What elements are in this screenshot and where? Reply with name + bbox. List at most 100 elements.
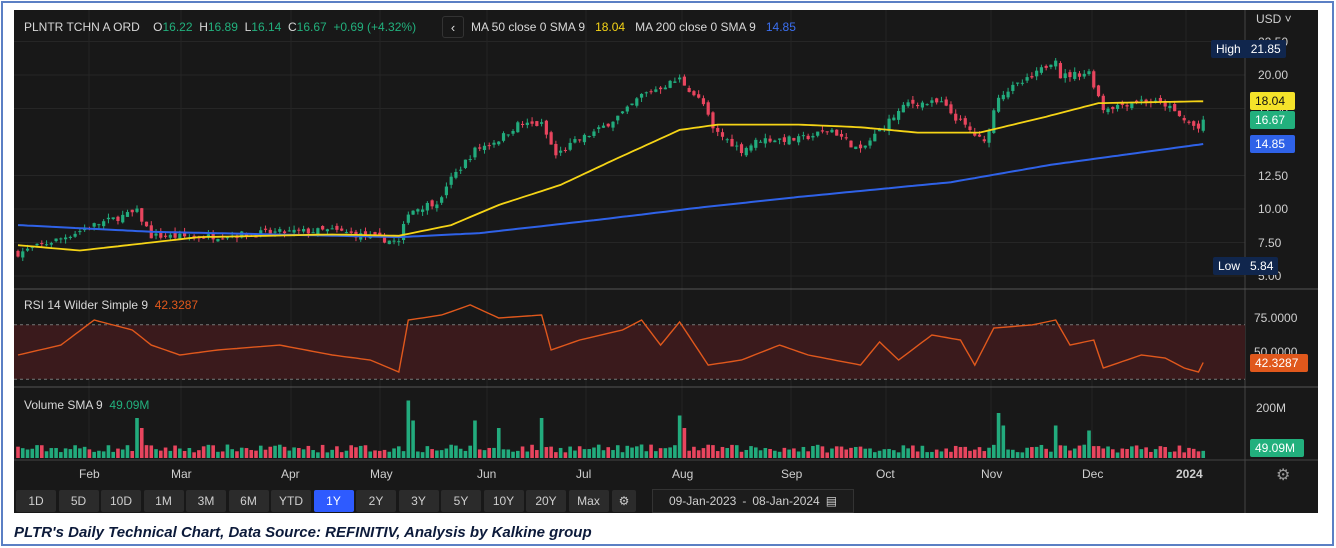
candle-body <box>635 98 639 106</box>
volume-bar <box>558 447 563 458</box>
volume-bar <box>178 448 182 458</box>
candle-body <box>1058 63 1063 79</box>
symbol-name: PLNTR TCHN A ORD <box>24 20 140 34</box>
price-tick-label: 12.50 <box>1258 168 1289 183</box>
candle-body <box>716 127 720 132</box>
volume-bar <box>216 451 220 458</box>
candle-body <box>64 237 68 240</box>
candle-body <box>1087 71 1091 75</box>
candle-body <box>849 140 853 148</box>
volume-bar <box>768 449 772 458</box>
candle-body <box>159 232 163 238</box>
candle-body <box>154 233 158 236</box>
currency-selector[interactable]: USD ˅ <box>1256 12 1292 26</box>
volume-bar <box>792 448 796 458</box>
candle-body <box>1196 123 1201 129</box>
ma200-line <box>17 143 1204 239</box>
candle-body <box>568 142 572 150</box>
volume-bar <box>344 450 349 458</box>
volume-bar <box>1134 445 1139 458</box>
volume-bar <box>173 445 177 458</box>
date-range-picker[interactable]: 09-Jan-2023-08-Jan-2024 ▤ <box>652 489 854 513</box>
candle-body <box>958 118 963 120</box>
range-button-6m[interactable]: 6M <box>228 490 269 512</box>
candle-body <box>620 111 625 114</box>
volume-bar <box>1044 448 1048 458</box>
range-button-max[interactable]: Max <box>568 490 609 512</box>
volume-bar <box>97 450 101 458</box>
volume-bar <box>211 445 215 458</box>
volume-bar <box>120 449 125 458</box>
calendar-icon: ▤ <box>825 494 838 508</box>
volume-bar <box>1011 449 1015 458</box>
volume-bar <box>720 446 725 458</box>
candle-body <box>611 121 615 128</box>
volume-bar <box>754 447 758 458</box>
volume-bar <box>301 449 306 458</box>
candle-body <box>797 136 801 143</box>
candle-body <box>425 202 429 211</box>
range-settings-button[interactable]: ⚙ <box>612 490 636 512</box>
volume-bar <box>1177 445 1182 458</box>
candle-body <box>335 225 339 230</box>
candle-body <box>59 238 63 240</box>
volume-bar <box>953 445 958 458</box>
range-button-5d[interactable]: 5D <box>58 490 99 512</box>
candle-body <box>302 229 306 232</box>
candle-body <box>1092 71 1096 88</box>
volume-bar <box>273 445 277 458</box>
volume-bar <box>1125 449 1129 458</box>
range-button-10y[interactable]: 10Y <box>483 490 524 512</box>
candle-body <box>1096 85 1101 97</box>
volume-bar <box>849 447 853 458</box>
month-label: Dec <box>1082 467 1104 481</box>
volume-bar <box>458 448 463 458</box>
candle-body <box>1201 119 1205 131</box>
range-button-10d[interactable]: 10D <box>101 490 141 512</box>
candle-body <box>168 234 172 238</box>
chart-plot[interactable] <box>0 0 1336 548</box>
collapse-legend-button[interactable]: ‹ <box>442 16 464 38</box>
chart-settings-gear-icon[interactable]: ⚙ <box>1276 465 1290 485</box>
range-button-20y[interactable]: 20Y <box>526 490 566 512</box>
volume-bar <box>1149 451 1153 458</box>
candle-body <box>544 120 548 135</box>
volume-bar <box>734 445 739 458</box>
range-button-1d[interactable]: 1D <box>16 490 56 512</box>
candle-body <box>649 91 653 93</box>
month-label: Apr <box>281 467 300 481</box>
volume-bar <box>892 450 896 458</box>
volume-bar <box>330 449 334 458</box>
range-button-3m[interactable]: 3M <box>186 490 226 512</box>
volume-bar <box>806 451 810 458</box>
date-from: 09-Jan-2023 <box>668 494 737 508</box>
candle-body <box>535 121 539 126</box>
range-button-ytd[interactable]: YTD <box>271 490 311 512</box>
candle-body <box>654 89 658 92</box>
volume-bar <box>111 451 115 458</box>
candle-body <box>687 87 691 92</box>
volume-bar <box>420 452 425 458</box>
candle-body <box>501 133 506 141</box>
range-button-3y[interactable]: 3Y <box>398 490 439 512</box>
candle-body <box>911 99 915 104</box>
volume-bar <box>439 450 444 458</box>
range-button-1y[interactable]: 1Y <box>313 490 354 512</box>
candle-body <box>520 123 525 125</box>
volume-bar <box>449 444 453 458</box>
candle-body <box>592 131 596 136</box>
range-button-2y[interactable]: 2Y <box>356 490 396 512</box>
volume-bar <box>230 449 234 458</box>
range-button-1m[interactable]: 1M <box>143 490 184 512</box>
volume-bar <box>834 446 839 458</box>
volume-bar <box>1191 448 1196 458</box>
volume-bar <box>1106 446 1110 458</box>
candle-body <box>287 230 291 232</box>
candle-body <box>406 214 410 223</box>
volume-bar <box>1053 425 1058 458</box>
candle-body <box>1044 65 1048 68</box>
candle-body <box>987 130 991 143</box>
candle-body <box>1182 117 1186 121</box>
range-button-5y[interactable]: 5Y <box>441 490 481 512</box>
candle-body <box>659 87 663 90</box>
